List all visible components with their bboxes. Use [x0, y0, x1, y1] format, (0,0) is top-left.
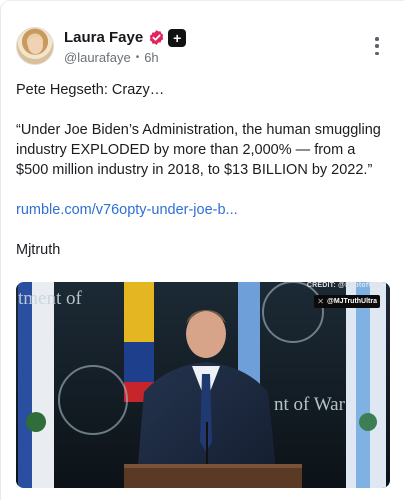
plus-icon[interactable]: + — [168, 28, 187, 47]
post-intro: Pete Hegseth: Crazy… — [16, 82, 165, 98]
post-meta: @laurafaye • 6h — [64, 50, 186, 65]
x-logo-icon: ✕ — [317, 297, 324, 306]
watermark-chip: ✕ @MJTruthUltra — [314, 295, 380, 308]
post-card: Laura Faye + @laurafaye • 6h Pete Hegset… — [0, 0, 404, 500]
separator-dot-icon: • — [135, 51, 140, 63]
author-info: Laura Faye + @laurafaye • 6h — [64, 28, 187, 65]
post-time[interactable]: 6h — [144, 50, 158, 65]
wall-text-right: nt of War — [274, 394, 345, 415]
post-body: Pete Hegseth: Crazy… “Under Joe Biden’s … — [16, 80, 386, 260]
post-header: Laura Faye + @laurafaye • 6h — [16, 27, 187, 65]
author-name[interactable]: Laura Faye — [64, 29, 143, 46]
wall-text-left: tment of — [18, 288, 82, 309]
watermark-handle: @MJTruthUltra — [327, 298, 377, 305]
name-row: Laura Faye + — [64, 28, 187, 48]
video-player[interactable]: tment of nt of War CREDIT: @DeptofWar ✕ … — [16, 282, 390, 488]
post-link[interactable]: rumble.com/v76opty-under-joe-b... — [16, 200, 386, 220]
avatar[interactable] — [16, 27, 54, 65]
verified-badge-icon — [148, 29, 165, 46]
more-options-icon[interactable] — [373, 37, 381, 55]
video-frame — [16, 282, 390, 488]
post-tag: Mjtruth — [16, 242, 61, 258]
post-quote: “Under Joe Biden’s Administration, the h… — [16, 122, 381, 178]
video-credit: CREDIT: @DeptofWar — [306, 282, 382, 289]
author-handle[interactable]: @laurafaye — [64, 50, 131, 65]
